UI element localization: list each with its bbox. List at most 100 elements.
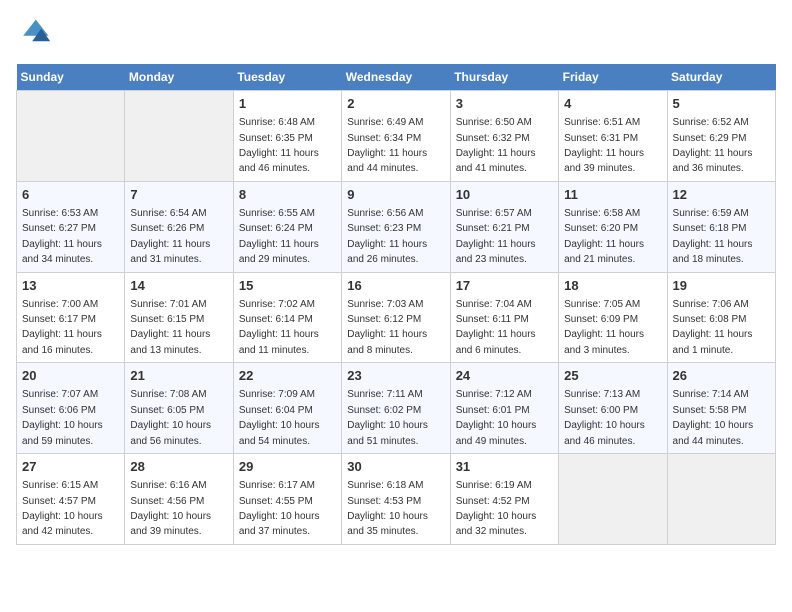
day-info: Sunrise: 6:55 AMSunset: 6:24 PMDaylight:… [239, 208, 319, 265]
day-info: Sunrise: 7:04 AMSunset: 6:11 PMDaylight:… [456, 299, 536, 356]
day-number: 13 [22, 277, 119, 295]
calendar-cell: 8 Sunrise: 6:55 AMSunset: 6:24 PMDayligh… [233, 181, 341, 272]
weekday-header-friday: Friday [559, 64, 667, 91]
day-number: 24 [456, 367, 553, 385]
weekday-header-thursday: Thursday [450, 64, 558, 91]
day-number: 16 [347, 277, 444, 295]
day-info: Sunrise: 6:59 AMSunset: 6:18 PMDaylight:… [673, 208, 753, 265]
day-info: Sunrise: 7:00 AMSunset: 6:17 PMDaylight:… [22, 299, 102, 356]
day-info: Sunrise: 7:08 AMSunset: 6:05 PMDaylight:… [130, 389, 211, 446]
day-info: Sunrise: 7:07 AMSunset: 6:06 PMDaylight:… [22, 389, 103, 446]
calendar-cell: 13 Sunrise: 7:00 AMSunset: 6:17 PMDaylig… [17, 272, 125, 363]
day-number: 31 [456, 458, 553, 476]
day-number: 7 [130, 186, 227, 204]
day-number: 3 [456, 95, 553, 113]
day-number: 29 [239, 458, 336, 476]
calendar-cell: 6 Sunrise: 6:53 AMSunset: 6:27 PMDayligh… [17, 181, 125, 272]
day-info: Sunrise: 7:02 AMSunset: 6:14 PMDaylight:… [239, 299, 319, 356]
day-number: 19 [673, 277, 770, 295]
calendar-table: SundayMondayTuesdayWednesdayThursdayFrid… [16, 64, 776, 545]
day-number: 9 [347, 186, 444, 204]
calendar-cell: 27 Sunrise: 6:15 AMSunset: 4:57 PMDaylig… [17, 454, 125, 545]
day-info: Sunrise: 6:50 AMSunset: 6:32 PMDaylight:… [456, 117, 536, 174]
day-number: 11 [564, 186, 661, 204]
calendar-cell [125, 91, 233, 182]
weekday-header-tuesday: Tuesday [233, 64, 341, 91]
day-info: Sunrise: 6:17 AMSunset: 4:55 PMDaylight:… [239, 480, 320, 537]
calendar-cell: 28 Sunrise: 6:16 AMSunset: 4:56 PMDaylig… [125, 454, 233, 545]
day-info: Sunrise: 7:01 AMSunset: 6:15 PMDaylight:… [130, 299, 210, 356]
calendar-cell: 17 Sunrise: 7:04 AMSunset: 6:11 PMDaylig… [450, 272, 558, 363]
calendar-cell: 1 Sunrise: 6:48 AMSunset: 6:35 PMDayligh… [233, 91, 341, 182]
calendar-cell: 14 Sunrise: 7:01 AMSunset: 6:15 PMDaylig… [125, 272, 233, 363]
calendar-cell: 26 Sunrise: 7:14 AMSunset: 5:58 PMDaylig… [667, 363, 775, 454]
page-header [16, 16, 776, 52]
calendar-week-row: 1 Sunrise: 6:48 AMSunset: 6:35 PMDayligh… [17, 91, 776, 182]
calendar-cell: 15 Sunrise: 7:02 AMSunset: 6:14 PMDaylig… [233, 272, 341, 363]
calendar-cell: 4 Sunrise: 6:51 AMSunset: 6:31 PMDayligh… [559, 91, 667, 182]
calendar-cell: 23 Sunrise: 7:11 AMSunset: 6:02 PMDaylig… [342, 363, 450, 454]
calendar-cell: 24 Sunrise: 7:12 AMSunset: 6:01 PMDaylig… [450, 363, 558, 454]
day-number: 4 [564, 95, 661, 113]
day-info: Sunrise: 6:53 AMSunset: 6:27 PMDaylight:… [22, 208, 102, 265]
day-number: 27 [22, 458, 119, 476]
calendar-week-row: 13 Sunrise: 7:00 AMSunset: 6:17 PMDaylig… [17, 272, 776, 363]
weekday-header-saturday: Saturday [667, 64, 775, 91]
day-number: 1 [239, 95, 336, 113]
day-number: 14 [130, 277, 227, 295]
calendar-cell: 5 Sunrise: 6:52 AMSunset: 6:29 PMDayligh… [667, 91, 775, 182]
calendar-cell: 19 Sunrise: 7:06 AMSunset: 6:08 PMDaylig… [667, 272, 775, 363]
calendar-week-row: 6 Sunrise: 6:53 AMSunset: 6:27 PMDayligh… [17, 181, 776, 272]
day-number: 17 [456, 277, 553, 295]
calendar-week-row: 27 Sunrise: 6:15 AMSunset: 4:57 PMDaylig… [17, 454, 776, 545]
day-number: 8 [239, 186, 336, 204]
day-number: 23 [347, 367, 444, 385]
calendar-cell: 16 Sunrise: 7:03 AMSunset: 6:12 PMDaylig… [342, 272, 450, 363]
calendar-cell: 31 Sunrise: 6:19 AMSunset: 4:52 PMDaylig… [450, 454, 558, 545]
day-number: 12 [673, 186, 770, 204]
day-info: Sunrise: 6:15 AMSunset: 4:57 PMDaylight:… [22, 480, 103, 537]
day-info: Sunrise: 6:16 AMSunset: 4:56 PMDaylight:… [130, 480, 211, 537]
calendar-cell: 30 Sunrise: 6:18 AMSunset: 4:53 PMDaylig… [342, 454, 450, 545]
calendar-cell: 10 Sunrise: 6:57 AMSunset: 6:21 PMDaylig… [450, 181, 558, 272]
day-number: 2 [347, 95, 444, 113]
day-info: Sunrise: 7:12 AMSunset: 6:01 PMDaylight:… [456, 389, 537, 446]
weekday-header-row: SundayMondayTuesdayWednesdayThursdayFrid… [17, 64, 776, 91]
day-number: 22 [239, 367, 336, 385]
weekday-header-wednesday: Wednesday [342, 64, 450, 91]
day-number: 6 [22, 186, 119, 204]
day-info: Sunrise: 6:49 AMSunset: 6:34 PMDaylight:… [347, 117, 427, 174]
day-number: 25 [564, 367, 661, 385]
calendar-cell: 21 Sunrise: 7:08 AMSunset: 6:05 PMDaylig… [125, 363, 233, 454]
day-number: 18 [564, 277, 661, 295]
day-info: Sunrise: 7:06 AMSunset: 6:08 PMDaylight:… [673, 299, 753, 356]
day-number: 15 [239, 277, 336, 295]
day-number: 20 [22, 367, 119, 385]
calendar-cell: 29 Sunrise: 6:17 AMSunset: 4:55 PMDaylig… [233, 454, 341, 545]
day-info: Sunrise: 6:48 AMSunset: 6:35 PMDaylight:… [239, 117, 319, 174]
calendar-cell: 12 Sunrise: 6:59 AMSunset: 6:18 PMDaylig… [667, 181, 775, 272]
logo-icon [16, 16, 52, 52]
calendar-cell [559, 454, 667, 545]
calendar-cell: 3 Sunrise: 6:50 AMSunset: 6:32 PMDayligh… [450, 91, 558, 182]
day-info: Sunrise: 6:54 AMSunset: 6:26 PMDaylight:… [130, 208, 210, 265]
day-info: Sunrise: 6:18 AMSunset: 4:53 PMDaylight:… [347, 480, 428, 537]
day-info: Sunrise: 7:13 AMSunset: 6:00 PMDaylight:… [564, 389, 645, 446]
day-info: Sunrise: 7:03 AMSunset: 6:12 PMDaylight:… [347, 299, 427, 356]
day-number: 26 [673, 367, 770, 385]
day-info: Sunrise: 7:09 AMSunset: 6:04 PMDaylight:… [239, 389, 320, 446]
day-number: 30 [347, 458, 444, 476]
calendar-cell: 25 Sunrise: 7:13 AMSunset: 6:00 PMDaylig… [559, 363, 667, 454]
calendar-cell: 11 Sunrise: 6:58 AMSunset: 6:20 PMDaylig… [559, 181, 667, 272]
calendar-cell [17, 91, 125, 182]
calendar-cell: 9 Sunrise: 6:56 AMSunset: 6:23 PMDayligh… [342, 181, 450, 272]
day-info: Sunrise: 7:14 AMSunset: 5:58 PMDaylight:… [673, 389, 754, 446]
logo [16, 16, 56, 52]
day-number: 10 [456, 186, 553, 204]
weekday-header-monday: Monday [125, 64, 233, 91]
calendar-cell [667, 454, 775, 545]
day-info: Sunrise: 7:11 AMSunset: 6:02 PMDaylight:… [347, 389, 428, 446]
day-info: Sunrise: 6:56 AMSunset: 6:23 PMDaylight:… [347, 208, 427, 265]
day-number: 28 [130, 458, 227, 476]
calendar-cell: 2 Sunrise: 6:49 AMSunset: 6:34 PMDayligh… [342, 91, 450, 182]
